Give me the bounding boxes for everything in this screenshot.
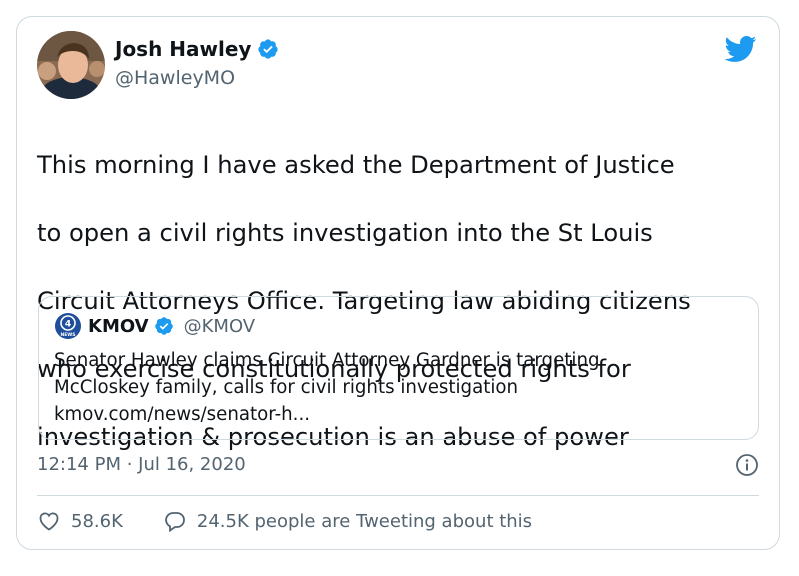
tweet-line: This morning I have asked the Department… <box>37 151 675 179</box>
heart-icon <box>39 512 59 531</box>
author-name-row: Josh Hawley <box>115 37 279 61</box>
tweet-timestamp[interactable]: 12:14 PM · Jul 16, 2020 <box>37 454 246 475</box>
info-icon[interactable] <box>735 453 759 477</box>
like-count: 58.6K <box>71 510 123 532</box>
tweeting-about-button[interactable]: 24.5K people are Tweeting about this <box>163 509 532 533</box>
author-handle[interactable]: @HawleyMO <box>115 67 235 89</box>
quoted-author-name[interactable]: KMOV <box>88 316 149 337</box>
speech-bubble-icon <box>165 512 185 533</box>
quoted-link[interactable]: kmov.com/news/senator-h... <box>54 401 744 428</box>
tweet-line: to open a civil rights investigation int… <box>37 219 653 247</box>
author-name[interactable]: Josh Hawley <box>115 37 251 61</box>
quoted-author-handle[interactable]: @KMOV <box>184 316 256 337</box>
quoted-line: Senator Hawley claims Circuit Attorney G… <box>54 350 600 371</box>
quoted-line: McCloskey family, calls for civil rights… <box>54 377 519 398</box>
divider <box>37 495 759 496</box>
like-button[interactable]: 58.6K <box>37 509 123 533</box>
kmov-logo-text: 4 <box>65 320 71 330</box>
kmov-logo: 4 NEWS <box>55 313 81 339</box>
quoted-tweet[interactable]: 4 NEWS KMOV @KMOV Senator Hawley claims … <box>38 296 759 440</box>
twitter-bird-icon[interactable] <box>723 35 757 63</box>
kmov-logo-subtext: NEWS <box>60 332 75 338</box>
quoted-tweet-header: 4 NEWS KMOV @KMOV <box>54 312 255 340</box>
verified-badge-icon <box>257 38 279 60</box>
tweet-card[interactable]: Josh Hawley @HawleyMO This morning I hav… <box>16 16 780 550</box>
avatar[interactable] <box>37 31 105 99</box>
tweet-actions: 58.6K 24.5K people are Tweeting about th… <box>37 509 532 533</box>
quoted-tweet-text: Senator Hawley claims Circuit Attorney G… <box>54 347 744 428</box>
tweeting-about-label: 24.5K people are Tweeting about this <box>196 510 533 532</box>
verified-badge-icon <box>154 316 174 336</box>
